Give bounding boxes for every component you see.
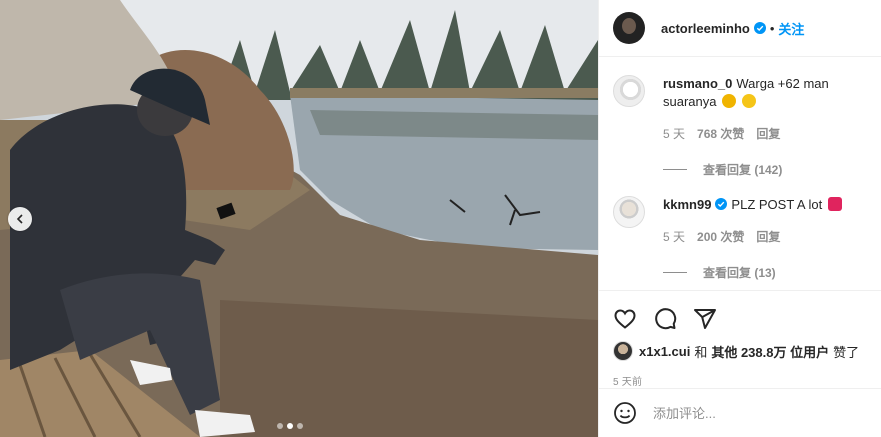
comment-meta: 5 天 200 次赞 回复	[663, 228, 842, 246]
reply-button[interactable]: 回复	[756, 228, 780, 246]
slide-dot[interactable]	[297, 423, 303, 429]
post-actions: x1x1.cui 和 其他 238.8万 位用户 赞了 5 天前	[599, 290, 881, 388]
heart-icon[interactable]	[613, 307, 637, 331]
liker-username[interactable]: x1x1.cui	[639, 344, 690, 359]
comment-input[interactable]	[653, 405, 853, 421]
view-replies-button[interactable]: 查看回复 (13)	[663, 264, 867, 281]
comment-likes[interactable]: 200 次赞	[697, 228, 744, 246]
post-viewer: actorleeminho • 关注 rusmano_0 Warga +62 ma…	[0, 0, 881, 437]
author-avatar[interactable]	[613, 12, 645, 44]
paper-plane-icon[interactable]	[693, 307, 717, 331]
post-sidebar: actorleeminho • 关注 rusmano_0 Warga +62 ma…	[598, 0, 881, 437]
comments-list[interactable]: rusmano_0 Warga +62 man suaranya 5 天 768 …	[599, 57, 881, 290]
slide-dot-active[interactable]	[287, 423, 293, 429]
comment-icon[interactable]	[653, 307, 677, 331]
view-replies-label[interactable]: 查看回复 (142)	[703, 161, 782, 178]
comment-time[interactable]: 5 天	[663, 125, 685, 143]
commenter-username[interactable]: kkmn99	[663, 197, 711, 212]
slide-dot[interactable]	[277, 423, 283, 429]
red-heart-emoji	[827, 197, 842, 211]
slide-indicator	[277, 423, 303, 429]
comment-item: rusmano_0 Warga +62 man suaranya 5 天 768 …	[613, 75, 867, 143]
comment-text: PLZ POST A lot	[731, 197, 823, 212]
likes-and: 和	[694, 344, 708, 360]
post-header: actorleeminho • 关注	[599, 0, 881, 57]
commenter-username[interactable]: rusmano_0	[663, 76, 732, 91]
reply-line	[663, 169, 687, 170]
laughing-emoji	[741, 94, 756, 108]
smiley-icon[interactable]	[613, 401, 637, 425]
view-replies-label[interactable]: 查看回复 (13)	[703, 264, 776, 281]
comment-likes[interactable]: 768 次赞	[697, 125, 744, 143]
verified-badge-icon	[753, 22, 766, 34]
follow-button[interactable]: 关注	[778, 19, 804, 38]
commenter-avatar[interactable]	[613, 75, 645, 107]
post-photo	[0, 0, 598, 437]
comment-body: rusmano_0 Warga +62 man suaranya 5 天 768 …	[663, 75, 867, 143]
folded-hands-emoji	[722, 94, 737, 108]
verified-badge-icon	[715, 198, 728, 210]
author-username[interactable]: actorleeminho	[661, 21, 750, 36]
comment-body: kkmn99 PLZ POST A lot 5 天 200 次赞 回复	[663, 196, 842, 246]
liker-avatar[interactable]	[613, 341, 633, 361]
view-replies-button[interactable]: 查看回复 (142)	[663, 161, 867, 178]
action-icons	[613, 299, 867, 339]
post-timestamp[interactable]: 5 天前	[613, 373, 867, 388]
reply-line	[663, 272, 687, 273]
comment-meta: 5 天 768 次赞 回复	[663, 125, 867, 143]
previous-slide-button[interactable]	[8, 207, 32, 231]
reply-button[interactable]: 回复	[756, 125, 780, 143]
post-media[interactable]	[0, 0, 598, 437]
chevron-left-icon	[16, 214, 23, 224]
separator-dot: •	[769, 20, 775, 36]
comment-time[interactable]: 5 天	[663, 228, 685, 246]
commenter-avatar[interactable]	[613, 196, 645, 228]
add-comment-bar	[599, 388, 881, 437]
likes-summary: x1x1.cui 和 其他 238.8万 位用户 赞了	[613, 341, 867, 361]
likes-others[interactable]: 其他 238.8万 位用户	[711, 342, 829, 361]
likes-suffix: 赞了	[833, 344, 860, 360]
comment-item: kkmn99 PLZ POST A lot 5 天 200 次赞 回复	[613, 196, 867, 246]
